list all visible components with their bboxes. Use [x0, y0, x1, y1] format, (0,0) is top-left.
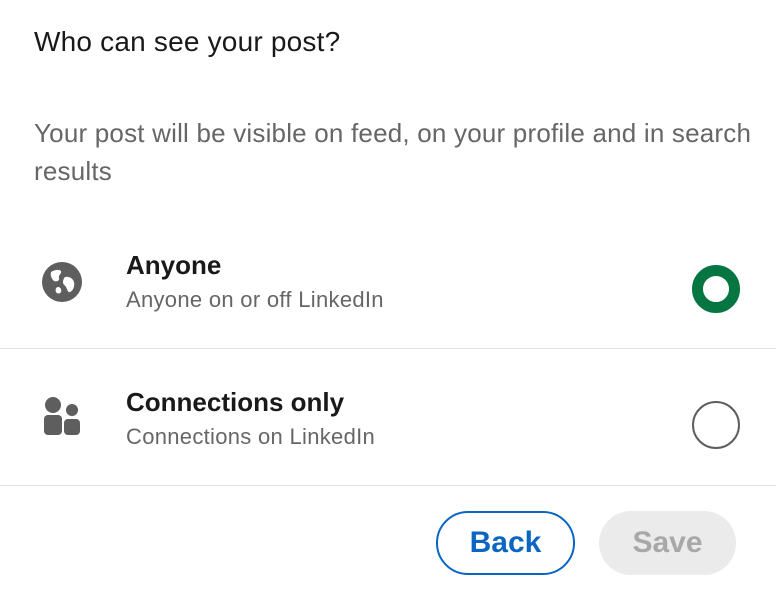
dialog-description: Your post will be visible on feed, on yo… [34, 118, 752, 186]
save-button[interactable]: Save [599, 511, 736, 575]
option-connections-subtitle: Connections on LinkedIn [126, 424, 376, 449]
radio-anyone[interactable] [692, 265, 740, 313]
back-button[interactable]: Back [436, 511, 575, 575]
option-anyone-subtitle: Anyone on or off LinkedIn [126, 287, 384, 312]
dialog-title: Who can see your post? [34, 26, 341, 57]
people-icon [40, 395, 84, 439]
option-connections-only[interactable]: Connections only Connections on LinkedIn [0, 350, 776, 486]
option-anyone[interactable]: Anyone Anyone on or off LinkedIn [0, 213, 776, 349]
radio-connections-only[interactable] [692, 401, 740, 449]
option-connections-title: Connections only [126, 387, 345, 417]
option-anyone-title: Anyone [126, 250, 222, 280]
globe-icon [40, 260, 84, 304]
visibility-dialog: Who can see your post? Your post will be… [0, 0, 776, 590]
